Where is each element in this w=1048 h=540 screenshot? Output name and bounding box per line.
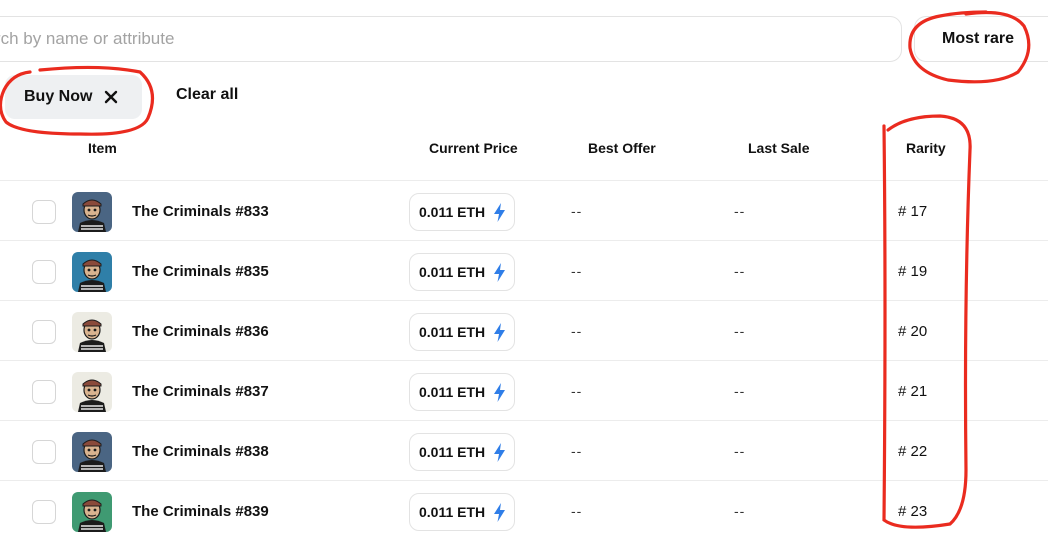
- item-name-link[interactable]: The Criminals #833: [132, 203, 269, 220]
- column-header-last-sale[interactable]: Last Sale: [748, 140, 809, 156]
- table-row[interactable]: The Criminals #835 0.011 ETH -- -- # 19: [0, 240, 1048, 300]
- best-offer-value: --: [571, 323, 583, 339]
- item-name-link[interactable]: The Criminals #835: [132, 263, 269, 280]
- items-table: The Criminals #833 0.011 ETH -- -- # 17 …: [0, 180, 1048, 540]
- last-sale-value: --: [734, 503, 746, 519]
- column-header-best-offer[interactable]: Best Offer: [588, 140, 656, 156]
- last-sale-value: --: [734, 323, 746, 339]
- lightning-bolt-icon: [494, 323, 505, 342]
- column-header-current-price[interactable]: Current Price: [429, 140, 518, 156]
- item-avatar[interactable]: [72, 312, 112, 352]
- rarity-rank: # 20: [898, 323, 928, 340]
- item-avatar[interactable]: [72, 372, 112, 412]
- lightning-bolt-icon: [494, 503, 505, 522]
- buy-price-button[interactable]: 0.011 ETH: [409, 193, 515, 231]
- item-name-link[interactable]: The Criminals #836: [132, 323, 269, 340]
- row-checkbox[interactable]: [32, 500, 56, 524]
- best-offer-value: --: [571, 503, 583, 519]
- buy-price-button[interactable]: 0.011 ETH: [409, 253, 515, 291]
- rarity-rank: # 22: [898, 443, 928, 460]
- best-offer-value: --: [571, 203, 583, 219]
- lightning-bolt-icon: [494, 263, 505, 282]
- item-name-link[interactable]: The Criminals #837: [132, 383, 269, 400]
- item-avatar[interactable]: [72, 432, 112, 472]
- price-value: 0.011 ETH: [419, 204, 486, 220]
- row-checkbox[interactable]: [32, 320, 56, 344]
- best-offer-value: --: [571, 443, 583, 459]
- criminal-avatar-icon: [72, 252, 112, 292]
- criminal-avatar-icon: [72, 192, 112, 232]
- criminal-avatar-icon: [72, 312, 112, 352]
- filter-chip-label: Buy Now: [24, 88, 93, 105]
- item-avatar[interactable]: [72, 192, 112, 232]
- lightning-bolt-icon: [494, 443, 505, 462]
- rarity-rank: # 17: [898, 203, 928, 220]
- column-header-rarity[interactable]: Rarity: [906, 140, 946, 156]
- row-checkbox[interactable]: [32, 440, 56, 464]
- criminal-avatar-icon: [72, 492, 112, 532]
- table-row[interactable]: The Criminals #839 0.011 ETH -- -- # 23: [0, 480, 1048, 540]
- item-name-link[interactable]: The Criminals #838: [132, 443, 269, 460]
- best-offer-value: --: [571, 383, 583, 399]
- search-input[interactable]: [0, 17, 901, 61]
- table-row[interactable]: The Criminals #837 0.011 ETH -- -- # 21: [0, 360, 1048, 420]
- table-row[interactable]: The Criminals #833 0.011 ETH -- -- # 17: [0, 180, 1048, 240]
- search-box: [0, 16, 902, 62]
- buy-now-filter-chip[interactable]: Buy Now: [5, 75, 142, 119]
- item-avatar[interactable]: [72, 492, 112, 532]
- last-sale-value: --: [734, 203, 746, 219]
- close-icon[interactable]: [104, 90, 118, 104]
- lightning-bolt-icon: [494, 203, 505, 222]
- column-header-item: Item: [88, 140, 117, 156]
- lightning-bolt-icon: [494, 383, 505, 402]
- price-value: 0.011 ETH: [419, 444, 486, 460]
- criminal-avatar-icon: [72, 372, 112, 412]
- price-value: 0.011 ETH: [419, 504, 486, 520]
- table-row[interactable]: The Criminals #836 0.011 ETH -- -- # 20: [0, 300, 1048, 360]
- buy-price-button[interactable]: 0.011 ETH: [409, 433, 515, 471]
- item-name-link[interactable]: The Criminals #839: [132, 503, 269, 520]
- table-row[interactable]: The Criminals #838 0.011 ETH -- -- # 22: [0, 420, 1048, 480]
- rarity-rank: # 21: [898, 383, 928, 400]
- buy-price-button[interactable]: 0.011 ETH: [409, 493, 515, 531]
- price-value: 0.011 ETH: [419, 264, 486, 280]
- buy-price-button[interactable]: 0.011 ETH: [409, 313, 515, 351]
- clear-all-button[interactable]: Clear all: [176, 86, 238, 104]
- criminal-avatar-icon: [72, 432, 112, 472]
- row-checkbox[interactable]: [32, 200, 56, 224]
- buy-price-button[interactable]: 0.011 ETH: [409, 373, 515, 411]
- price-value: 0.011 ETH: [419, 384, 486, 400]
- sort-label: Most rare: [942, 30, 1015, 47]
- row-checkbox[interactable]: [32, 380, 56, 404]
- price-value: 0.011 ETH: [419, 324, 486, 340]
- last-sale-value: --: [734, 443, 746, 459]
- sort-dropdown-button[interactable]: Most rare: [914, 16, 1048, 62]
- row-checkbox[interactable]: [32, 260, 56, 284]
- item-avatar[interactable]: [72, 252, 112, 292]
- rarity-rank: # 19: [898, 263, 928, 280]
- rarity-rank: # 23: [898, 503, 928, 520]
- last-sale-value: --: [734, 263, 746, 279]
- last-sale-value: --: [734, 383, 746, 399]
- best-offer-value: --: [571, 263, 583, 279]
